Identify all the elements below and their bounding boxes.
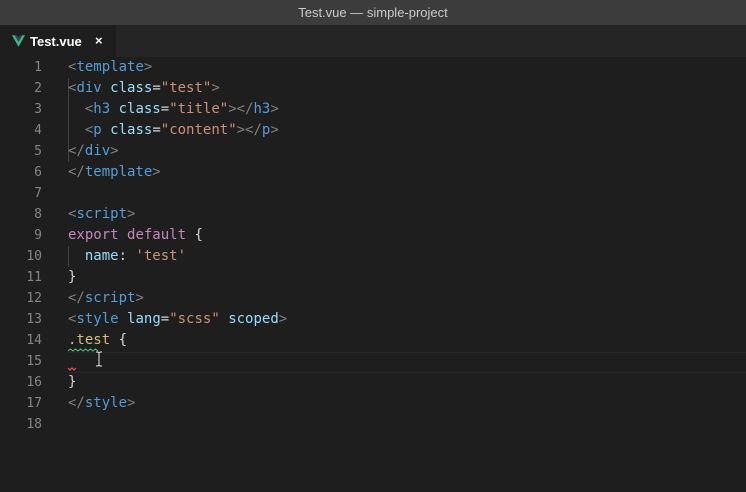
window-title: Test.vue — simple-project: [298, 5, 448, 20]
code-line: 16 }: [0, 372, 746, 393]
line-code: <p class="content"></p>: [84, 122, 279, 138]
line-number: 11: [26, 270, 42, 285]
line-code: </style>: [68, 395, 136, 411]
code-line: 17 </style>: [0, 393, 746, 414]
line-number: 4: [34, 123, 42, 138]
code-line: 18: [0, 414, 746, 435]
code-line: 8 <script>: [0, 204, 746, 225]
line-number: 7: [34, 186, 42, 201]
line-number: 12: [26, 291, 42, 306]
code-editor[interactable]: 1 <template> 2 <div class="test"> 3 <h3 …: [0, 57, 746, 492]
line-code: </div>: [68, 143, 119, 159]
line-number: 5: [34, 144, 42, 159]
line-number: 18: [26, 417, 42, 432]
line-code: <template>: [68, 59, 153, 75]
line-code: export default {: [68, 227, 203, 243]
line-number: 9: [34, 228, 42, 243]
code-line: 10 name: 'test': [0, 246, 746, 267]
line-code: <h3 class="title"></h3>: [84, 101, 279, 117]
vue-logo-icon: [12, 35, 25, 47]
code-line: 13 <style lang="scss" scoped>: [0, 309, 746, 330]
line-code: </template>: [68, 164, 161, 180]
line-number: 2: [34, 81, 42, 96]
line-number: 8: [34, 207, 42, 222]
line-code: }: [68, 374, 77, 390]
tab-label: Test.vue: [30, 33, 82, 49]
line-number: 14: [26, 333, 42, 348]
line-code: name: 'test': [84, 248, 187, 264]
line-code: <style lang="scss" scoped>: [68, 311, 288, 327]
code-line: 14 .test {: [0, 330, 746, 351]
warning-squiggle: [68, 348, 98, 352]
window-titlebar: Test.vue — simple-project: [0, 0, 746, 25]
code-line: 1 <template>: [0, 57, 746, 78]
line-number: 17: [26, 396, 42, 411]
tab-test-vue[interactable]: Test.vue ×: [0, 25, 116, 57]
tab-bar: Test.vue ×: [0, 25, 746, 57]
code-line: 2 <div class="test">: [0, 78, 746, 99]
line-number: 10: [26, 249, 42, 264]
line-number: 1: [34, 60, 42, 75]
line-code: <div class="test">: [68, 80, 220, 96]
code-line: 12 </script>: [0, 288, 746, 309]
code-line: 4 <p class="content"></p>: [0, 120, 746, 141]
code-line: 15: [0, 351, 746, 372]
code-line: 3 <h3 class="title"></h3>: [0, 99, 746, 120]
code-line: 7: [0, 183, 746, 204]
line-number: 15: [26, 354, 42, 369]
error-squiggle: [68, 367, 76, 371]
line-number: 3: [34, 102, 42, 117]
close-icon[interactable]: ×: [95, 25, 103, 57]
line-number: 6: [34, 165, 42, 180]
line-code: }: [68, 269, 77, 285]
code-line: 5 </div>: [0, 141, 746, 162]
line-code: </script>: [68, 290, 144, 306]
code-line: 6 </template>: [0, 162, 746, 183]
line-number: 13: [26, 312, 42, 327]
text-cursor-icon: [96, 351, 102, 367]
line-number: 16: [26, 375, 42, 390]
line-code: <script>: [68, 206, 136, 222]
code-line: 9 export default {: [0, 225, 746, 246]
code-line: 11 }: [0, 267, 746, 288]
